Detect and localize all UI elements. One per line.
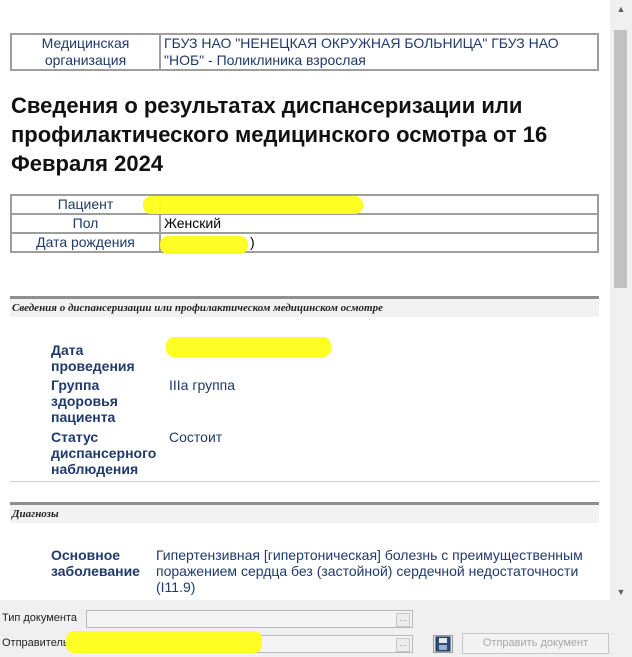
doc-type-browse-icon[interactable]: … xyxy=(396,613,410,627)
health-group-label: Группа здоровья пациента xyxy=(51,377,118,425)
redaction-sender xyxy=(66,631,262,653)
sex-value: Женский xyxy=(159,213,599,234)
save-button[interactable] xyxy=(433,635,453,653)
dispensary-status-value: Состоит xyxy=(169,429,223,445)
diagnoses-section-header: Диагнозы xyxy=(10,502,599,523)
organization-value: ГБУЗ НАО "НЕНЕЦКАЯ ОКРУЖНАЯ БОЛЬНИЦА" ГБ… xyxy=(159,33,599,71)
exam-date-label: Дата проведения xyxy=(51,342,135,374)
vertical-scrollbar[interactable]: ▲ ▼ xyxy=(610,0,632,600)
patient-label: Пациент xyxy=(10,194,161,215)
scroll-up-icon[interactable]: ▲ xyxy=(610,0,632,17)
document-viewer: Медицинская организация ГБУЗ НАО "НЕНЕЦК… xyxy=(0,0,610,600)
scrollbar-thumb[interactable] xyxy=(614,30,627,288)
page-title: Сведения о результатах диспансеризации и… xyxy=(11,93,548,176)
sender-browse-icon[interactable]: … xyxy=(396,638,410,652)
doc-type-label: Тип документа xyxy=(2,612,78,624)
floppy-disk-icon xyxy=(435,636,451,652)
redaction-patient-name xyxy=(143,196,363,214)
redaction-exam-date xyxy=(166,337,331,357)
birth-date-label: Дата рождения xyxy=(10,232,161,253)
doc-type-field[interactable]: … xyxy=(86,610,413,628)
send-document-button[interactable]: Отправить документ xyxy=(462,633,609,654)
organization-table: Медицинская организация ГБУЗ НАО "НЕНЕЦК… xyxy=(10,33,599,71)
exam-section-header: Сведения о диспансеризации или профилакт… xyxy=(10,296,599,317)
main-disease-label: Основное заболевание xyxy=(51,547,140,579)
main-disease-value: Гипертензивная [гипертоническая] болезнь… xyxy=(156,547,583,595)
scroll-down-icon[interactable]: ▼ xyxy=(610,583,632,600)
sex-label: Пол xyxy=(10,213,161,234)
sender-label: Отправитель xyxy=(2,637,69,649)
redaction-birth-date xyxy=(160,236,248,254)
health-group-value: IIIa группа xyxy=(169,377,236,393)
dispensary-status-label: Статус диспансерного наблюдения xyxy=(51,429,157,477)
organization-label: Медицинская организация xyxy=(10,33,161,71)
